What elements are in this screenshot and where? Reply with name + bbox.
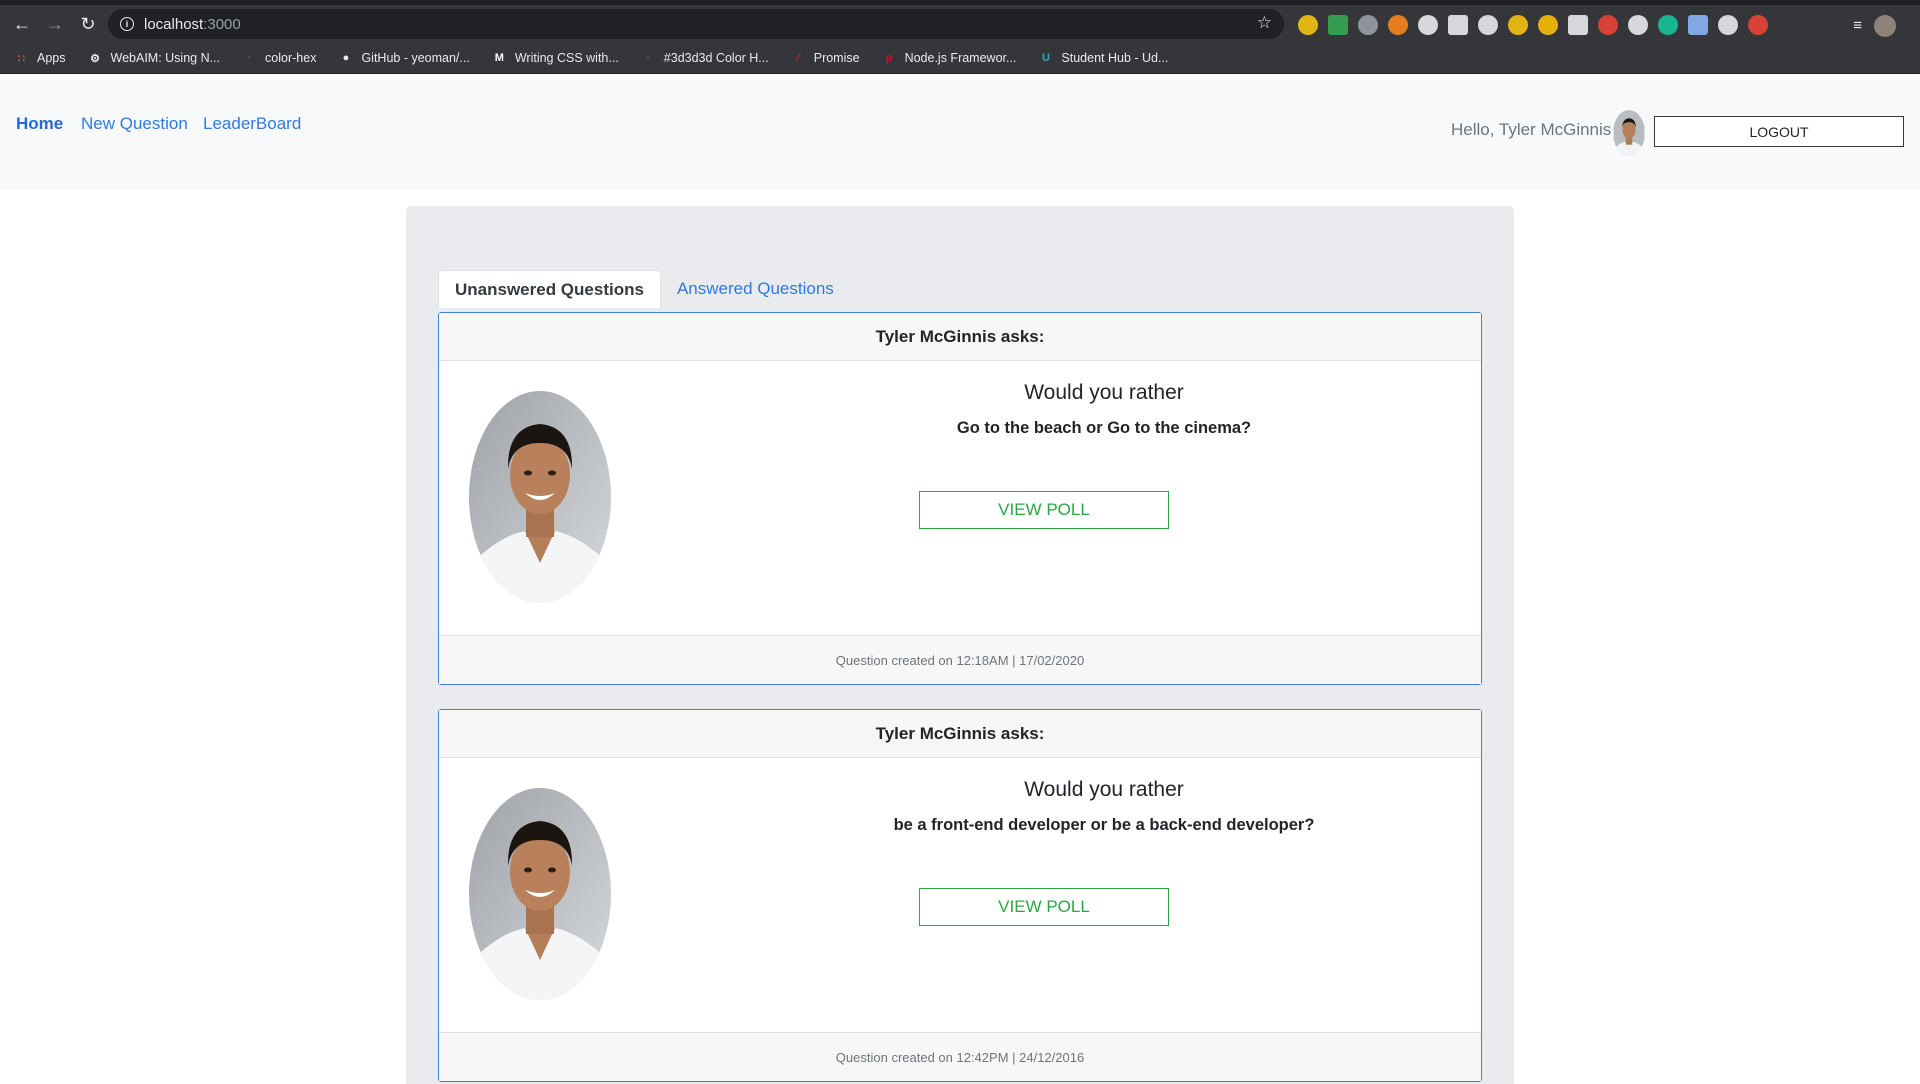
user-avatar [1613,110,1645,156]
bookmark-label: GitHub - yeoman/... [361,51,470,65]
main-panel: Unanswered Questions Answered Questions … [406,206,1514,1084]
card-body: Would you rather be a front-end develope… [439,758,1481,1032]
gear-icon: ⚙ [90,52,100,65]
question-card: Tyler McGinnis asks: [438,709,1482,1082]
greeting-text: Hello, Tyler McGinnis [1451,120,1612,139]
card-author-header: Tyler McGinnis asks: [439,313,1481,361]
profile-avatar[interactable] [1874,15,1896,37]
extension-icon[interactable] [1688,15,1708,35]
bookmark-item[interactable]: ● GitHub - yeoman/... [338,51,470,66]
nav-new-question-link[interactable]: New Question [81,114,188,134]
bookmark-label: Apps [37,51,66,65]
question-created-footer: Question created on 12:42PM | 24/12/2016 [439,1032,1481,1081]
medium-icon: M [494,52,504,64]
bookmark-item[interactable]: ⚙ WebAIM: Using N... [88,51,221,66]
would-you-rather-title: Would you rather [1024,381,1184,404]
question-text-block: Would you rather be a front-end develope… [439,778,1483,835]
extension-icon[interactable] [1568,15,1588,35]
bookmark-star-icon[interactable]: ☆ [1257,13,1272,33]
bookmarks-bar: ∷ Apps ⚙ WebAIM: Using N... · color-hex ● GitHu… [0,43,1920,73]
url-port: :3000 [203,15,241,33]
question-tabs: Unanswered Questions Answered Questions [438,270,850,308]
colorhex-icon: · [247,52,252,64]
bookmark-label: #3d3d3d Color H... [663,51,769,65]
address-bar[interactable]: i localhost:3000 ☆ [108,9,1284,39]
extension-icon[interactable] [1328,15,1348,35]
bookmark-label: color-hex [265,51,317,65]
promise-icon: ∕ [797,52,800,64]
bookmark-item[interactable]: · color-hex [242,51,317,66]
extension-icon[interactable] [1598,15,1618,35]
bookmark-item[interactable]: · #3d3d3d Color H... [641,51,769,66]
forward-arrow-icon[interactable]: → [39,8,71,40]
bookmark-item[interactable]: p Node.js Framewor... [882,51,1017,66]
extension-icon[interactable] [1478,15,1498,35]
extension-icon[interactable] [1748,15,1768,35]
extension-icon[interactable] [1508,15,1528,35]
reload-icon[interactable]: ↻ [72,8,104,40]
nav-leaderboard-link[interactable]: LeaderBoard [203,114,301,134]
url-text: localhost:3000 [144,16,241,33]
bookmark-label: Node.js Framewor... [904,51,1017,65]
tab-unanswered[interactable]: Unanswered Questions [438,270,661,308]
colorhex-icon: · [646,52,651,64]
extension-icon[interactable] [1358,15,1378,35]
extension-icon[interactable] [1388,15,1408,35]
pinterest-icon: p [885,52,893,64]
bookmark-item[interactable]: ∷ Apps [14,51,66,66]
question-options-text: be a front-end developer or be a back-en… [893,816,1315,834]
browser-toolbar: ← → ↻ i localhost:3000 ☆ ≡ [0,5,1920,43]
udacity-icon: U [1041,52,1050,64]
question-created-footer: Question created on 12:18AM | 17/02/2020 [439,635,1481,684]
bookmark-label: WebAIM: Using N... [110,51,221,65]
question-text-block: Would you rather Go to the beach or Go t… [439,381,1483,438]
bookmark-label: Writing CSS with... [514,51,619,65]
would-you-rather-title: Would you rather [1024,778,1184,801]
bookmark-label: Student Hub - Ud... [1061,51,1169,65]
extension-icon[interactable] [1658,15,1678,35]
back-arrow-icon[interactable]: ← [6,8,38,40]
extension-icon[interactable] [1448,15,1468,35]
extension-icon[interactable] [1538,15,1558,35]
app-navbar: Home New Question LeaderBoard Hello, Tyl… [0,74,1920,190]
extensions-row [1298,15,1768,35]
github-icon: ● [342,52,350,64]
extension-icon[interactable] [1298,15,1318,35]
extension-icon[interactable] [1418,15,1438,35]
tab-answered[interactable]: Answered Questions [661,270,850,308]
extension-icon[interactable] [1628,15,1648,35]
user-avatar-image [1613,110,1645,156]
logout-button[interactable]: LOGOUT [1654,116,1904,147]
nav-home-link[interactable]: Home [16,114,63,134]
bookmark-label: Promise [813,51,860,65]
bookmark-item[interactable]: U Student Hub - Ud... [1038,51,1169,66]
view-poll-button[interactable]: VIEW POLL [919,888,1169,926]
extension-icon[interactable] [1718,15,1738,35]
bookmark-item[interactable]: M Writing CSS with... [492,51,619,66]
card-body: Would you rather Go to the beach or Go t… [439,361,1481,635]
url-host: localhost [144,15,204,33]
bookmark-item[interactable]: ∕ Promise [791,51,860,66]
card-author-header: Tyler McGinnis asks: [439,710,1481,758]
apps-grid-icon: ∷ [18,52,25,65]
site-info-icon[interactable]: i [120,17,134,31]
question-options-text: Go to the beach or Go to the cinema? [956,419,1252,437]
view-poll-button[interactable]: VIEW POLL [919,491,1169,529]
reading-list-icon[interactable]: ≡ [1853,17,1862,34]
question-card: Tyler McGinnis asks: [438,312,1482,685]
